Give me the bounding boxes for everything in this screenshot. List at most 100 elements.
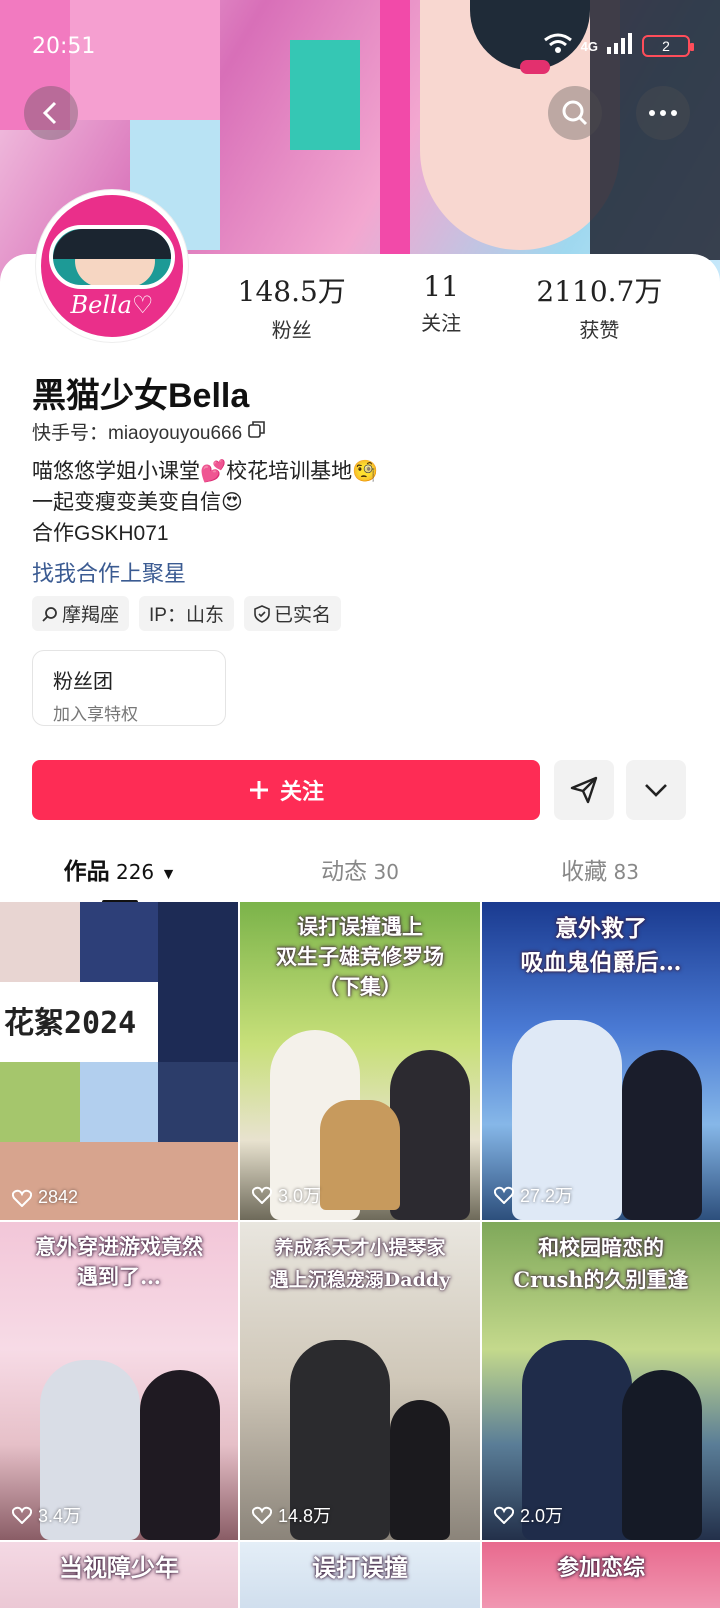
- send-icon: [570, 776, 598, 804]
- tab-count: 226: [115, 860, 155, 884]
- tab-works[interactable]: 作品 226 ▼: [0, 852, 240, 904]
- like-count-text: 3.4万: [38, 1506, 82, 1526]
- network-type: 4G: [580, 38, 598, 54]
- tag-text: 已实名: [273, 605, 331, 626]
- stat-number: 2110.7万: [536, 275, 663, 308]
- back-button[interactable]: [24, 86, 78, 140]
- profile-name: 黑猫少女Bella: [32, 377, 250, 415]
- status-time: 20:51: [32, 34, 96, 59]
- follow-button[interactable]: 关注: [32, 760, 540, 820]
- tab-count: 83: [613, 860, 639, 884]
- search-button[interactable]: [548, 86, 602, 140]
- like-count-text: 14.8万: [278, 1506, 332, 1526]
- like-count: 2842: [12, 1187, 78, 1208]
- video-caption: 参加恋综: [556, 1555, 645, 1581]
- user-id-text: 快手号：miaoyouyou666: [32, 423, 243, 444]
- video-caption: 养成系天才小提琴家 遇上沉稳宠溺Daddy: [269, 1237, 451, 1291]
- like-count: 27.2万: [494, 1182, 573, 1208]
- video-caption: 意外穿进游戏竟然 遇到了…: [35, 1234, 203, 1289]
- video-caption: 当视障少年: [59, 1553, 179, 1582]
- tab-label: 作品: [63, 858, 110, 884]
- cooperation-link[interactable]: 找我合作上聚星: [32, 556, 186, 588]
- like-count-text: 27.2万: [520, 1186, 574, 1206]
- video-caption: 误打误撞: [312, 1553, 408, 1582]
- share-button[interactable]: [554, 760, 614, 820]
- tab-count: 30: [373, 860, 399, 884]
- stat-following[interactable]: 11 关注: [421, 270, 461, 343]
- video-thumbnail[interactable]: 意外穿进游戏竟然 遇到了… 3.4万: [0, 1222, 238, 1540]
- stat-likes: 2110.7万 获赞: [536, 270, 662, 343]
- video-thumbnail[interactable]: 参加恋综: [482, 1542, 720, 1608]
- stat-fans[interactable]: 148.5万 粉丝: [238, 270, 346, 343]
- like-count: 14.8万: [252, 1502, 331, 1528]
- caret-down-icon: ▼: [160, 866, 177, 883]
- tab-favorites[interactable]: 收藏 83: [480, 852, 720, 902]
- heart-icon: [12, 1506, 32, 1524]
- like-count: 3.4万: [12, 1502, 81, 1528]
- plus-icon: [249, 781, 268, 799]
- wifi-icon: [543, 32, 573, 60]
- video-caption: 意外救了 吸血鬼伯爵后…: [520, 915, 682, 976]
- profile-tags: 摩羯座 IP：山东 已实名: [32, 596, 341, 631]
- like-count-text: 2.0万: [520, 1506, 564, 1526]
- video-thumbnail[interactable]: 当视障少年: [0, 1542, 238, 1608]
- like-count: 3.0万: [252, 1182, 321, 1208]
- like-count-text: 2842: [38, 1187, 79, 1207]
- avatar[interactable]: Bella♡: [36, 190, 188, 342]
- stat-number: 148.5万: [237, 275, 346, 308]
- expand-button[interactable]: [626, 760, 686, 820]
- video-thumbnail[interactable]: 和校园暗恋的 Crush的久别重逢 2.0万: [482, 1222, 720, 1540]
- profile-bio: 喵悠悠学姐小课堂💕校花培训基地🧐 一起变瘦变美变自信😍 合作GSKH071: [32, 456, 378, 549]
- stat-label: 获赞: [579, 320, 620, 342]
- bio-line: 合作GSKH071: [32, 522, 169, 545]
- bio-line: 喵悠悠学姐小课堂💕校花培训基地🧐: [32, 460, 379, 483]
- like-count-text: 3.0万: [278, 1186, 322, 1206]
- heart-icon: [494, 1186, 514, 1204]
- video-thumbnail[interactable]: 花絮2024 2842: [0, 902, 238, 1220]
- tab-label: 收藏: [561, 858, 608, 884]
- signal-icon: [606, 32, 634, 60]
- video-thumbnail[interactable]: 养成系天才小提琴家 遇上沉稳宠溺Daddy 14.8万: [240, 1222, 480, 1540]
- profile-stats: 148.5万 粉丝 11 关注 2110.7万 获赞: [200, 270, 700, 343]
- video-grid: 花絮2024 2842 误打误撞遇上 双生子雄竞修罗场 （下集） 3.0万 意外…: [0, 902, 720, 1608]
- chevron-left-icon: [42, 101, 57, 125]
- stat-number: 11: [423, 270, 459, 303]
- bio-line: 一起变瘦变美变自信😍: [32, 491, 243, 514]
- tag-ip: IP：山东: [139, 596, 234, 631]
- copy-icon[interactable]: [248, 420, 266, 444]
- tab-moments[interactable]: 动态 30: [240, 852, 480, 902]
- video-caption: 误打误撞遇上 双生子雄竞修罗场 （下集）: [276, 914, 444, 999]
- tab-label: 动态: [321, 858, 368, 884]
- heart-icon: [494, 1506, 514, 1524]
- like-count: 2.0万: [494, 1502, 563, 1528]
- video-thumbnail[interactable]: 意外救了 吸血鬼伯爵后… 27.2万: [482, 902, 720, 1220]
- video-thumbnail[interactable]: 误打误撞: [240, 1542, 480, 1608]
- stat-label: 粉丝: [271, 320, 312, 342]
- heart-icon: [252, 1186, 272, 1204]
- tag-verified: 已实名: [243, 596, 341, 631]
- search-icon: [562, 100, 588, 126]
- heart-icon: [252, 1506, 272, 1524]
- tag-zodiac: 摩羯座: [32, 596, 130, 631]
- tag-text: IP：山东: [149, 605, 224, 626]
- video-caption: 和校园暗恋的 Crush的久别重逢: [513, 1235, 689, 1292]
- verified-shield-icon: [254, 604, 270, 623]
- search-icon: [42, 606, 57, 622]
- fans-club-card[interactable]: 粉丝团 加入享特权: [32, 650, 226, 726]
- stat-label: 关注: [421, 313, 462, 335]
- heart-icon: [12, 1189, 32, 1207]
- chevron-down-icon: [645, 784, 667, 797]
- thumbnail-overlay-text: 花絮2024: [4, 1006, 137, 1041]
- tag-text: 摩羯座: [62, 605, 120, 626]
- video-thumbnail[interactable]: 误打误撞遇上 双生子雄竞修罗场 （下集） 3.0万: [240, 902, 480, 1220]
- fans-club-subtitle: 加入享特权: [53, 705, 138, 724]
- avatar-illustration: [49, 225, 175, 289]
- more-dots-icon: [649, 110, 677, 116]
- fans-club-title: 粉丝团: [53, 671, 113, 693]
- avatar-logo-text: Bella♡: [70, 291, 154, 319]
- battery-icon: 2: [642, 35, 694, 57]
- user-id-row: 快手号：miaoyouyou666: [32, 418, 266, 445]
- content-tabs: 作品 226 ▼ 动态 30 收藏 83: [0, 852, 720, 904]
- status-bar: 20:51 4G 2: [32, 30, 694, 66]
- more-button[interactable]: [636, 86, 690, 140]
